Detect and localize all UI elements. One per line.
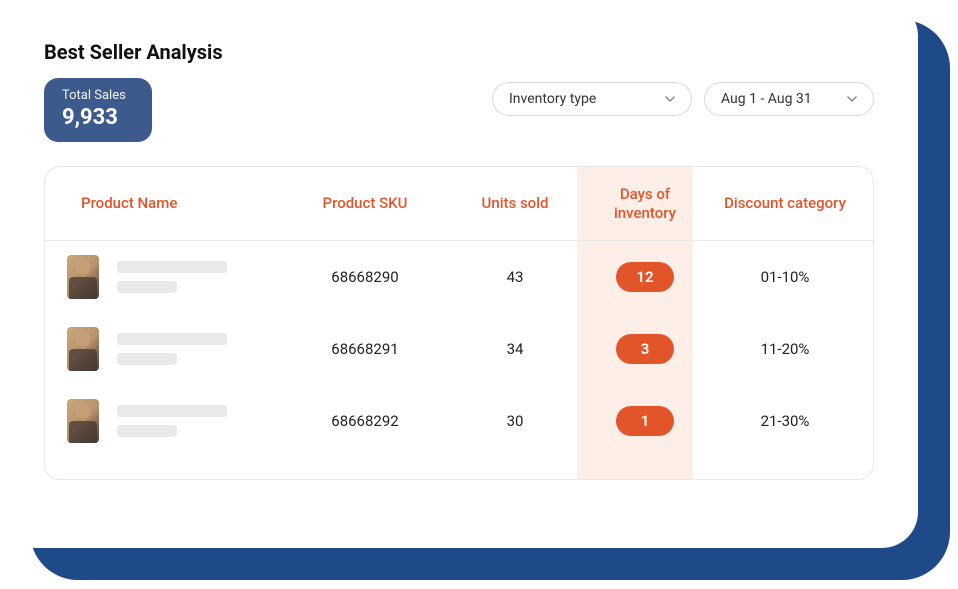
units-sold-cell: 34 (445, 332, 585, 366)
sku-cell: 68668290 (285, 260, 445, 294)
products-table: Product Name Product SKU Units sold Days… (44, 166, 874, 480)
col-days-inventory: Days of inventory (585, 175, 705, 233)
placeholder-line (117, 281, 177, 293)
page-title: Best Seller Analysis (44, 40, 223, 64)
total-sales-value: 9,933 (62, 105, 118, 130)
days-inventory-cell: 1 (585, 398, 705, 444)
table-row: 68668291 34 3 11-20% (45, 313, 873, 385)
placeholder-line (117, 425, 177, 437)
discount-cell: 11-20% (705, 332, 865, 366)
product-name-placeholder (117, 333, 227, 365)
inventory-type-label: Inventory type (509, 91, 596, 107)
table-body: 68668290 43 12 01-10% 6866 (45, 241, 873, 479)
filter-dropdowns: Inventory type Aug 1 - Aug 31 (492, 82, 874, 116)
sku-cell: 68668292 (285, 404, 445, 438)
analysis-card: Best Seller Analysis Total Sales 9,933 I… (0, 0, 918, 548)
units-sold-cell: 30 (445, 404, 585, 438)
placeholder-line (117, 405, 227, 417)
title-block: Best Seller Analysis Total Sales 9,933 (44, 40, 223, 142)
days-inventory-cell: 3 (585, 326, 705, 372)
placeholder-line (117, 333, 227, 345)
col-product-sku: Product SKU (285, 184, 445, 223)
discount-cell: 01-10% (705, 260, 865, 294)
table-header-row: Product Name Product SKU Units sold Days… (45, 167, 873, 241)
product-thumbnail (67, 255, 99, 299)
days-inventory-pill: 12 (616, 262, 674, 292)
product-thumbnail (67, 327, 99, 371)
inventory-type-dropdown[interactable]: Inventory type (492, 82, 692, 116)
discount-cell: 21-30% (705, 404, 865, 438)
chevron-down-icon (665, 96, 675, 102)
col-units-sold: Units sold (445, 184, 585, 223)
table-row: 68668290 43 12 01-10% (45, 241, 873, 313)
product-thumbnail (67, 399, 99, 443)
total-sales-card: Total Sales 9,933 (44, 78, 152, 142)
col-discount-category: Discount category (705, 184, 865, 223)
table-row: 68668292 30 1 21-30% (45, 385, 873, 457)
header-row: Best Seller Analysis Total Sales 9,933 I… (44, 40, 874, 142)
days-inventory-cell: 12 (585, 254, 705, 300)
placeholder-line (117, 261, 227, 273)
date-range-label: Aug 1 - Aug 31 (721, 91, 812, 107)
days-inventory-pill: 3 (616, 334, 674, 364)
product-cell (45, 247, 285, 307)
date-range-dropdown[interactable]: Aug 1 - Aug 31 (704, 82, 874, 116)
product-name-placeholder (117, 261, 227, 293)
units-sold-cell: 43 (445, 260, 585, 294)
placeholder-line (117, 353, 177, 365)
days-inventory-pill: 1 (616, 406, 674, 436)
product-cell (45, 319, 285, 379)
total-sales-label: Total Sales (62, 88, 126, 103)
col-product-name: Product Name (45, 184, 285, 223)
table-spacer (45, 457, 873, 479)
product-cell (45, 391, 285, 451)
sku-cell: 68668291 (285, 332, 445, 366)
chevron-down-icon (847, 96, 857, 102)
product-name-placeholder (117, 405, 227, 437)
